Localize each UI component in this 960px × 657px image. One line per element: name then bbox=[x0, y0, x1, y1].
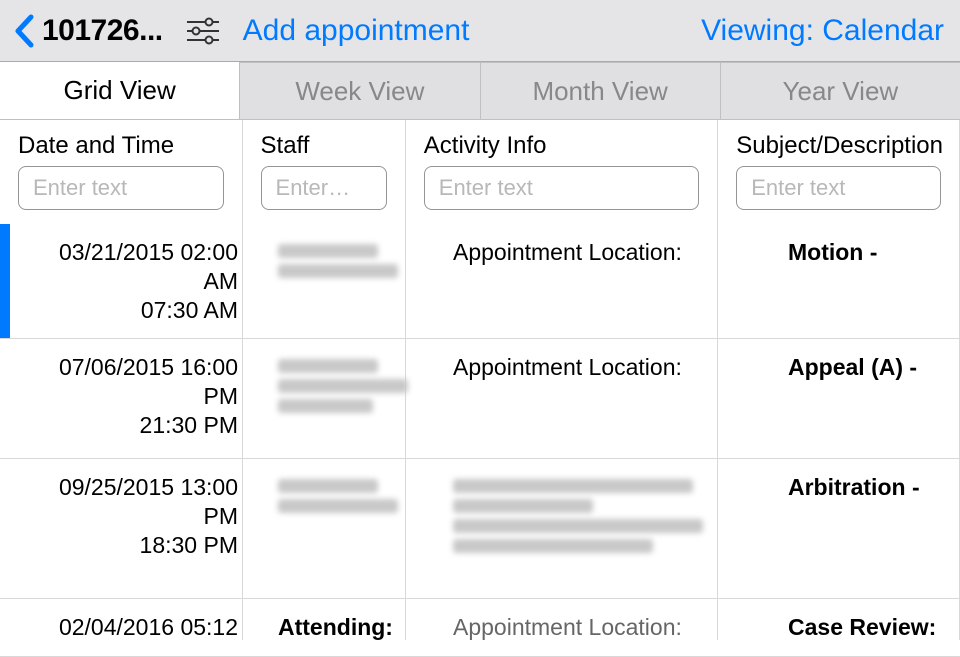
redacted-text bbox=[278, 479, 378, 493]
column-filter-date bbox=[0, 166, 242, 224]
cell-activity: Appointment Location: bbox=[435, 339, 770, 458]
date-end: 21:30 PM bbox=[22, 411, 238, 440]
table-row[interactable]: 07/06/2015 16:00 PM 21:30 PM Appointment… bbox=[0, 339, 960, 459]
grid-rows: 03/21/2015 02:00 AM 07:30 AM Appointment… bbox=[0, 224, 960, 657]
chevron-left-icon bbox=[14, 14, 34, 48]
page-title: 101726... bbox=[42, 14, 163, 48]
table-row[interactable]: 09/25/2015 13:00 PM 18:30 PM Arbitration… bbox=[0, 459, 960, 599]
date-end: 18:30 PM bbox=[22, 531, 238, 560]
top-bar: 101726... Add appointment Viewing: Calen… bbox=[0, 0, 960, 62]
filter-input-activity[interactable] bbox=[424, 166, 699, 210]
redacted-text bbox=[453, 539, 653, 553]
column-filter-staff bbox=[243, 166, 405, 224]
cell-subject: Motion - bbox=[770, 224, 960, 338]
column-header-activity: Activity Info bbox=[406, 120, 717, 166]
date-start: 07/06/2015 16:00 PM bbox=[22, 353, 238, 411]
cell-staff bbox=[260, 339, 435, 458]
viewing-mode-link[interactable]: Viewing: Calendar bbox=[701, 14, 944, 48]
add-appointment-link[interactable]: Add appointment bbox=[243, 14, 470, 48]
column-header-date: Date and Time bbox=[0, 120, 242, 166]
redacted-text bbox=[278, 359, 378, 373]
cell-date: 07/06/2015 16:00 PM 21:30 PM bbox=[0, 339, 260, 458]
staff-label: Attending: bbox=[278, 614, 393, 640]
column-filter-subject bbox=[718, 166, 959, 224]
date-end: 07:30 AM bbox=[22, 296, 238, 325]
view-tabs: Grid View Week View Month View Year View bbox=[0, 62, 960, 120]
column-filter-activity bbox=[406, 166, 717, 224]
redacted-text bbox=[453, 519, 703, 533]
redacted-text bbox=[278, 399, 373, 413]
column-header-staff: Staff bbox=[243, 120, 405, 166]
redacted-text bbox=[453, 479, 693, 493]
settings-button[interactable] bbox=[181, 9, 225, 53]
cell-date: 02/04/2016 05:12 bbox=[0, 599, 260, 656]
filter-input-date[interactable] bbox=[18, 166, 224, 210]
redacted-text bbox=[278, 499, 398, 513]
cell-activity: Appointment Location: bbox=[435, 224, 770, 338]
cell-staff bbox=[260, 459, 435, 598]
cell-subject: Arbitration - bbox=[770, 459, 960, 598]
redacted-text bbox=[278, 244, 378, 258]
filter-input-staff[interactable] bbox=[261, 166, 387, 210]
cell-subject: Case Review: bbox=[770, 599, 960, 656]
table-row[interactable]: 03/21/2015 02:00 AM 07:30 AM Appointment… bbox=[0, 224, 960, 339]
cell-activity bbox=[435, 459, 770, 598]
date-start: 09/25/2015 13:00 PM bbox=[22, 473, 238, 531]
redacted-text bbox=[278, 264, 398, 278]
tab-grid-view[interactable]: Grid View bbox=[0, 62, 240, 119]
cell-date: 03/21/2015 02:00 AM 07:30 AM bbox=[0, 224, 260, 338]
redacted-text bbox=[278, 379, 408, 393]
tab-year-view[interactable]: Year View bbox=[721, 62, 960, 119]
filter-input-subject[interactable] bbox=[736, 166, 941, 210]
cell-staff: Attending: bbox=[260, 599, 435, 656]
tab-month-view[interactable]: Month View bbox=[481, 62, 721, 119]
tab-week-view[interactable]: Week View bbox=[240, 62, 480, 119]
redacted-text bbox=[453, 499, 593, 513]
date-start: 03/21/2015 02:00 AM bbox=[22, 238, 238, 296]
sliders-icon bbox=[185, 17, 221, 45]
column-header-subject: Subject/Description bbox=[718, 120, 959, 166]
table-row[interactable]: 02/04/2016 05:12 Attending: Appointment … bbox=[0, 599, 960, 657]
cell-subject: Appeal (A) - bbox=[770, 339, 960, 458]
cell-date: 09/25/2015 13:00 PM 18:30 PM bbox=[0, 459, 260, 598]
cell-activity: Appointment Location: bbox=[435, 599, 770, 656]
date-start: 02/04/2016 05:12 bbox=[22, 613, 238, 642]
cell-staff bbox=[260, 224, 435, 338]
back-button[interactable] bbox=[10, 9, 38, 53]
